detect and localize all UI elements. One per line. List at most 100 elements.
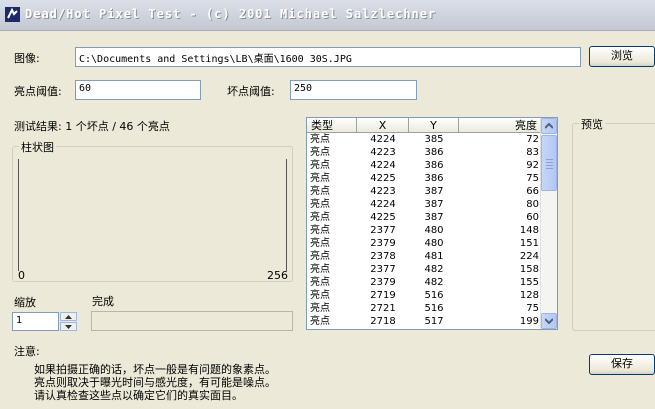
cell-x: 2377: [370, 225, 396, 236]
column-brightness[interactable]: 亮度: [459, 118, 542, 133]
title-bar[interactable]: Dead/Hot Pixel Test - (c) 2001 Michael S…: [0, 0, 655, 31]
hot-threshold-input[interactable]: 60: [75, 80, 201, 100]
cell-brightness: 75: [526, 173, 539, 184]
zoom-input[interactable]: 1: [12, 312, 59, 331]
arrow-down-icon: [65, 325, 72, 329]
cell-x: 4225: [370, 212, 396, 223]
histogram-left-axis: [18, 159, 19, 271]
cell-brightness: 75: [526, 303, 539, 314]
cell-y: 481: [424, 251, 444, 262]
cell-x: 2718: [370, 316, 396, 327]
cell-type: 亮点: [310, 251, 330, 262]
cell-brightness: 148: [519, 225, 539, 236]
cell-y: 480: [424, 238, 444, 249]
cell-x: 2721: [370, 303, 396, 314]
cell-y: 387: [424, 199, 444, 210]
histogram-group: 柱状图 0 256: [12, 139, 293, 282]
preview-group: 预览: [572, 116, 655, 331]
table-row[interactable]: 亮点 2719 516 128: [307, 289, 542, 302]
cell-type: 亮点: [310, 225, 330, 236]
cell-brightness: 92: [526, 160, 539, 171]
cell-type: 亮点: [310, 303, 330, 314]
note-line-3: 请认真检查这些点以确定它们的真实面目。: [34, 389, 243, 402]
scroll-down-button[interactable]: [541, 313, 557, 329]
column-y[interactable]: Y: [409, 118, 459, 133]
cell-y: 386: [424, 147, 444, 158]
zoom-spinner[interactable]: [60, 312, 77, 331]
save-button[interactable]: 保存: [589, 354, 655, 375]
cell-brightness: 80: [526, 199, 539, 210]
note-title: 注意:: [14, 345, 40, 358]
cell-type: 亮点: [310, 134, 330, 145]
image-path-field[interactable]: C:\Documents and Settings\LB\桌面\1600 30S…: [75, 47, 581, 67]
cell-type: 亮点: [310, 147, 330, 158]
cell-y: 386: [424, 173, 444, 184]
cell-brightness: 60: [526, 212, 539, 223]
cell-brightness: 83: [526, 147, 539, 158]
cell-x: 2719: [370, 290, 396, 301]
cell-x: 4224: [370, 160, 396, 171]
table-row[interactable]: 亮点 2378 481 224: [307, 250, 542, 263]
cell-x: 2379: [370, 277, 396, 288]
cell-y: 482: [424, 277, 444, 288]
table-row[interactable]: 亮点 2721 516 75: [307, 302, 542, 315]
cell-type: 亮点: [310, 199, 330, 210]
cell-y: 516: [424, 303, 444, 314]
cell-type: 亮点: [310, 316, 330, 327]
table-row[interactable]: 亮点 4225 387 60: [307, 211, 542, 224]
status-label: 完成: [92, 295, 114, 308]
pixel-test-app-icon: [5, 7, 20, 22]
table-row[interactable]: 亮点 2718 517 199: [307, 315, 542, 328]
column-type[interactable]: 类型: [307, 118, 357, 133]
table-row[interactable]: 亮点 4224 386 92: [307, 159, 542, 172]
table-row[interactable]: 亮点 4224 387 80: [307, 198, 542, 211]
pixel-list-scrollbar[interactable]: [540, 118, 557, 329]
cell-brightness: 224: [519, 251, 539, 262]
hot-threshold-label: 亮点阈值:: [14, 85, 62, 98]
cell-x: 4223: [370, 186, 396, 197]
cell-brightness: 72: [526, 134, 539, 145]
histogram-right-axis: [286, 159, 287, 271]
table-row[interactable]: 亮点 2377 482 158: [307, 263, 542, 276]
scroll-thumb[interactable]: [541, 135, 557, 191]
histogram-min-label: 0: [18, 269, 25, 282]
cell-y: 387: [424, 212, 444, 223]
table-row[interactable]: 亮点 4223 387 66: [307, 185, 542, 198]
cell-brightness: 158: [519, 264, 539, 275]
scroll-up-button[interactable]: [541, 118, 557, 134]
cell-brightness: 66: [526, 186, 539, 197]
table-row[interactable]: 亮点 4224 385 72: [307, 133, 542, 146]
dead-threshold-label: 坏点阈值:: [227, 85, 275, 98]
table-row[interactable]: 亮点 4225 386 75: [307, 172, 542, 185]
cell-type: 亮点: [310, 160, 330, 171]
cell-type: 亮点: [310, 290, 330, 301]
cell-y: 387: [424, 186, 444, 197]
result-text: 测试结果: 1 个坏点 / 46 个亮点: [14, 120, 170, 133]
cell-x: 2378: [370, 251, 396, 262]
pixel-list[interactable]: 类型 X Y 亮度 亮点 4224 385 72 亮点 4223 386 83 亮点 4224 38…: [306, 117, 558, 330]
cell-type: 亮点: [310, 277, 330, 288]
zoom-up-button[interactable]: [60, 312, 77, 321]
cell-x: 2379: [370, 238, 396, 249]
zoom-down-button[interactable]: [60, 322, 77, 331]
table-row[interactable]: 亮点 4223 386 83: [307, 146, 542, 159]
cell-y: 385: [424, 134, 444, 145]
table-row[interactable]: 亮点 2379 480 151: [307, 237, 542, 250]
cell-x: 4223: [370, 147, 396, 158]
cell-type: 亮点: [310, 238, 330, 249]
cell-type: 亮点: [310, 173, 330, 184]
window-title: Dead/Hot Pixel Test - (c) 2001 Michael S…: [25, 7, 437, 21]
cell-x: 4225: [370, 173, 396, 184]
image-label: 图像:: [14, 52, 40, 65]
cell-x: 4224: [370, 199, 396, 210]
dead-threshold-input[interactable]: 250: [290, 80, 417, 100]
table-row[interactable]: 亮点 2379 482 155: [307, 276, 542, 289]
table-row[interactable]: 亮点 2377 480 148: [307, 224, 542, 237]
browse-button[interactable]: 浏览: [589, 46, 655, 67]
progress-bar: [91, 311, 293, 331]
cell-y: 517: [424, 316, 444, 327]
cell-type: 亮点: [310, 264, 330, 275]
histogram-title: 柱状图: [19, 139, 56, 155]
cell-y: 516: [424, 290, 444, 301]
column-x[interactable]: X: [357, 118, 409, 133]
